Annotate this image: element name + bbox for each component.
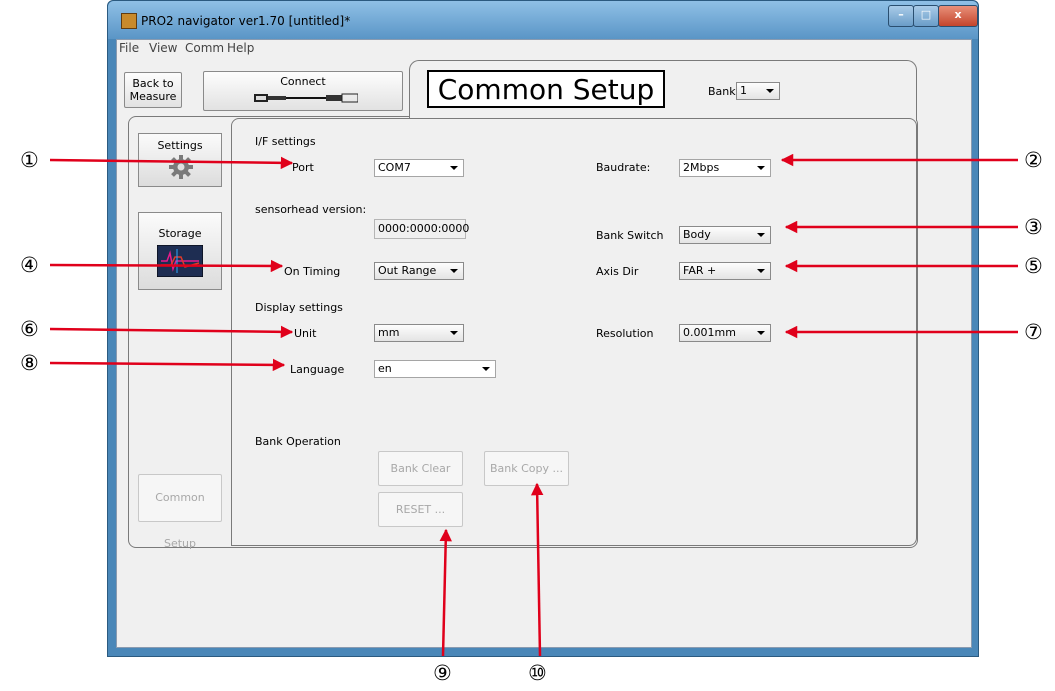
app-window: PRO2 navigator ver1.70 [untitled]* – □ x… [107,0,979,657]
marker-2: ② [1024,148,1043,172]
maximize-button[interactable]: □ [913,5,939,27]
menu-view[interactable]: View [149,41,177,55]
menu-comm[interactable]: Comm [185,41,224,55]
on-timing-select[interactable]: Out Range [374,262,464,280]
back-label-line2: Measure [129,90,177,103]
waveform-icon [157,245,203,277]
marker-7: ⑦ [1024,320,1043,344]
if-settings-heading: I/F settings [255,135,316,148]
on-timing-label: On Timing [284,265,341,278]
common-setup-tab-button[interactable]: Common Setup [138,474,222,550]
chevron-down-icon [766,89,774,93]
unit-value: mm [378,326,400,339]
page-title: Common Setup [427,70,665,108]
sensorhead-version-label: sensorhead version: [255,203,367,216]
sensorhead-version-field: 0000:0000:0000 [374,219,469,239]
bank-select[interactable]: 1 [736,82,780,100]
reset-button[interactable]: RESET ... [378,492,463,527]
chevron-down-icon [757,166,765,170]
bank-switch-value: Body [683,228,711,241]
port-value: COM7 [378,161,411,174]
back-label-line1: Back to [132,77,174,90]
language-value: en [378,362,392,375]
menu-help[interactable]: Help [227,41,254,55]
on-timing-value: Out Range [378,264,437,277]
chevron-down-icon [757,331,765,335]
back-to-measure-button[interactable]: Back to Measure [124,72,182,108]
port-select[interactable]: COM7 [374,159,464,177]
menu-file[interactable]: File [119,41,139,55]
settings-panel: I/F settings Port COM7 Baudrate: 2Mbps s… [231,118,917,546]
app-icon [121,13,137,29]
storage-label: Storage [158,227,202,240]
settings-button[interactable]: Settings [138,133,222,187]
chevron-down-icon [757,269,765,273]
chevron-down-icon [757,233,765,237]
chevron-down-icon [450,331,458,335]
close-button[interactable]: x [938,5,978,27]
marker-4: ④ [20,253,39,277]
bank-switch-label: Bank Switch [596,229,664,242]
bank-clear-button[interactable]: Bank Clear [378,451,463,486]
unit-select[interactable]: mm [374,324,464,342]
bank-operation-heading: Bank Operation [255,435,341,448]
marker-6: ⑥ [20,317,39,341]
window-title: PRO2 navigator ver1.70 [untitled]* [141,14,351,28]
axis-dir-select[interactable]: FAR + [679,262,771,280]
bank-switch-select[interactable]: Body [679,226,771,244]
resolution-select[interactable]: 0.001mm [679,324,771,342]
language-label: Language [290,363,345,376]
unit-label: Unit [294,327,317,340]
minimize-button[interactable]: – [888,5,914,27]
bank-value: 1 [740,84,747,97]
menu-bar: File View Comm Help [117,40,971,58]
display-settings-heading: Display settings [255,301,343,314]
client-area: File View Comm Help Bank 1 Common Setup … [116,39,972,648]
chevron-down-icon [482,367,490,371]
baudrate-value: 2Mbps [683,161,720,174]
port-label: Port [292,161,314,174]
bank-copy-button[interactable]: Bank Copy ... [484,451,569,486]
chevron-down-icon [450,166,458,170]
usb-cable-icon [254,93,358,103]
gear-icon [169,155,193,179]
marker-1: ① [20,148,39,172]
baudrate-label: Baudrate: [596,161,651,174]
connect-label: Connect [280,75,326,88]
chevron-down-icon [450,269,458,273]
marker-5: ⑤ [1024,254,1043,278]
title-bar[interactable]: PRO2 navigator ver1.70 [untitled]* – □ x [108,1,978,39]
marker-3: ③ [1024,215,1043,239]
bank-label: Bank [708,85,736,98]
marker-9: ⑨ [433,661,452,685]
marker-10: ⑩ [528,661,547,685]
resolution-value: 0.001mm [683,326,736,339]
language-select[interactable]: en [374,360,496,378]
storage-button[interactable]: Storage [138,212,222,290]
axis-dir-value: FAR + [683,264,717,277]
connect-button[interactable]: Connect [203,71,403,111]
resolution-label: Resolution [596,327,654,340]
baudrate-select[interactable]: 2Mbps [679,159,771,177]
marker-8: ⑧ [20,351,39,375]
settings-label: Settings [157,139,203,152]
axis-dir-label: Axis Dir [596,265,639,278]
